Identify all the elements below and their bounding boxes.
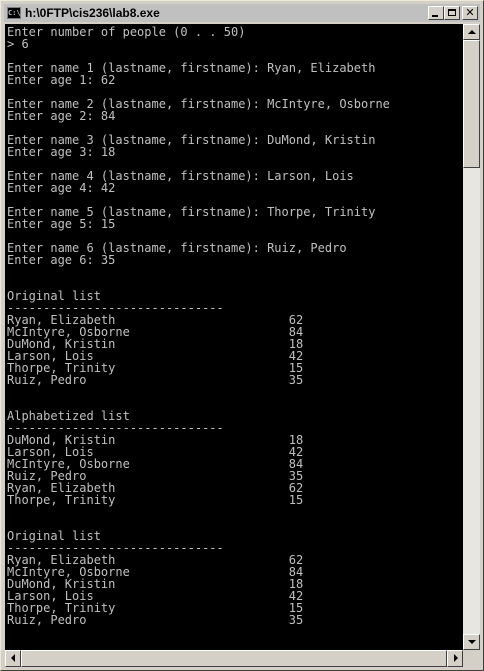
console-text: Enter number of people (0 . . 50) > 6 En… [5,24,463,626]
console-line: Enter age 5: 15 [7,217,116,231]
console-line: Enter age 3: 18 [7,145,116,159]
vertical-scroll-thumb[interactable] [463,40,480,168]
console-line: Ruiz, Pedro 35 [7,613,304,627]
console-output[interactable]: Enter number of people (0 . . 50) > 6 En… [5,24,463,650]
scroll-up-button[interactable] [463,24,480,40]
vertical-scrollbar[interactable] [463,24,480,650]
scrollbar-corner [463,650,480,667]
close-icon: ✕ [465,6,475,19]
horizontal-scroll-thumb[interactable] [21,650,447,667]
minimize-button[interactable] [428,6,444,20]
scroll-up-arrow-icon [468,30,476,34]
maximize-button[interactable] [444,6,460,20]
console-line: > 6 [7,37,29,51]
scroll-right-button[interactable] [447,650,463,667]
console-line: Thorpe, Trinity 15 [7,493,304,507]
console-window: C:\ h:\0FTP\cis236\lab8.exe ✕ Enter numb… [0,0,484,671]
console-line: Enter age 2: 84 [7,109,116,123]
window-controls: ✕ [428,6,478,20]
maximize-icon [448,9,456,16]
title-bar[interactable]: C:\ h:\0FTP\cis236\lab8.exe ✕ [4,4,480,22]
console-line: Enter age 4: 42 [7,181,116,195]
console-line: Ruiz, Pedro 35 [7,373,304,387]
scroll-down-arrow-icon [468,640,476,644]
scroll-left-button[interactable] [5,650,21,667]
scroll-right-arrow-icon [454,654,458,662]
window-title: h:\0FTP\cis236\lab8.exe [25,6,160,20]
console-app-icon[interactable]: C:\ [7,7,21,19]
scroll-down-button[interactable] [463,634,480,650]
console-line: Enter age 6: 35 [7,253,116,267]
console-line: Enter number of people (0 . . 50) [7,25,246,39]
scroll-left-arrow-icon [11,654,15,662]
horizontal-scrollbar[interactable] [5,650,463,667]
minimize-icon [432,15,438,17]
close-button[interactable]: ✕ [462,6,478,20]
console-line: Enter age 1: 62 [7,73,116,87]
